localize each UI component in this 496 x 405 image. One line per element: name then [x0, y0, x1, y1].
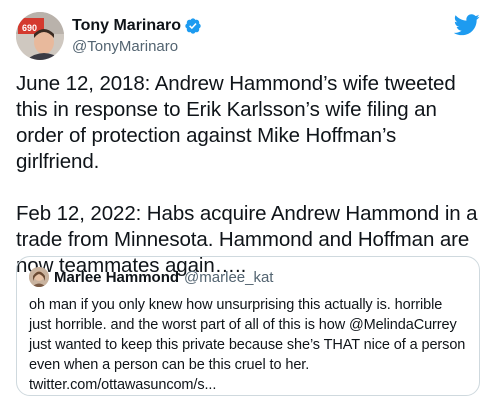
author-avatar[interactable]: 690 [16, 12, 64, 60]
tweet-body: June 12, 2018: Andrew Hammond’s wife twe… [16, 71, 480, 279]
twitter-bird-icon[interactable] [453, 14, 480, 36]
author-display-name[interactable]: Tony Marinaro [72, 17, 181, 35]
tweet-header: 690 Tony Marinaro @TonyMarinaro [16, 12, 480, 64]
embedded-tweet: 690 Tony Marinaro @TonyMarinaro June 12,… [0, 0, 496, 405]
quoted-tweet-card[interactable]: Marlee Hammond @marlee_kat oh man if you… [16, 256, 480, 396]
tweet-paragraph-1: June 12, 2018: Andrew Hammond’s wife twe… [16, 72, 456, 173]
verified-badge-icon [184, 17, 202, 35]
quoted-author-handle: @marlee_kat [184, 268, 274, 286]
avatar-badge-text: 690 [22, 23, 37, 33]
quoted-author-avatar [29, 267, 49, 287]
quoted-tweet-text: oh man if you only knew how unsurprising… [29, 297, 466, 393]
author-handle[interactable]: @TonyMarinaro [72, 38, 202, 55]
author-names: Tony Marinaro @TonyMarinaro [72, 15, 202, 55]
quoted-tweet-header: Marlee Hammond @marlee_kat [29, 267, 467, 287]
author-avatar-image: 690 [16, 12, 64, 60]
quoted-author-name: Marlee Hammond [54, 268, 180, 286]
